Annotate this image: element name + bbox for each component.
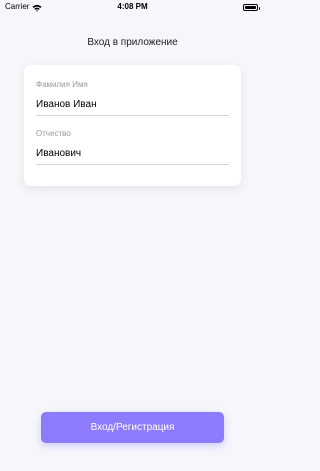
- patronymic-label: Отчество: [36, 129, 71, 138]
- page-title: Вход в приложение: [87, 37, 178, 48]
- login-form-card: Фамилия Имя Иванов Иван Отчество Иванови…: [24, 65, 241, 186]
- full-name-field[interactable]: Фамилия Имя Иванов Иван: [36, 80, 229, 116]
- patronymic-field[interactable]: Отчество Иванович: [36, 129, 229, 165]
- status-bar: Carrier 4:08 PM: [0, 0, 265, 14]
- battery-icon: [243, 4, 260, 11]
- full-name-input[interactable]: Иванов Иван: [36, 97, 229, 116]
- full-name-label: Фамилия Имя: [36, 80, 88, 89]
- status-time: 4:08 PM: [117, 2, 148, 11]
- patronymic-input[interactable]: Иванович: [36, 146, 229, 165]
- login-register-button[interactable]: Вход/Регистрация: [41, 412, 224, 443]
- battery-level: [245, 6, 256, 9]
